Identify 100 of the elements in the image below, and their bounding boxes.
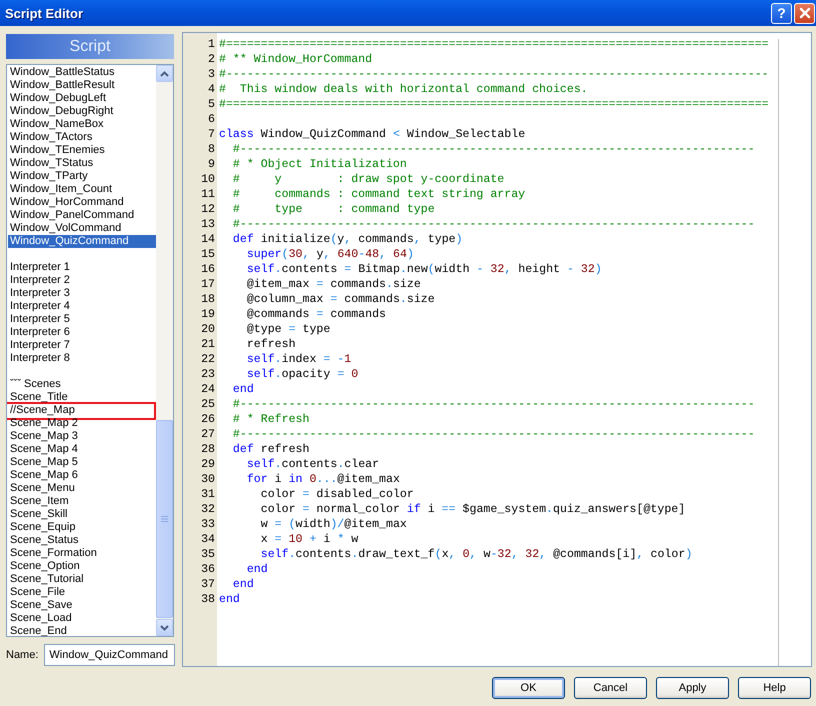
line-number: 24 bbox=[200, 383, 215, 396]
code-line: w = (width)/@item_max bbox=[260, 518, 407, 531]
dialog-button[interactable]: OK bbox=[492, 677, 565, 699]
script-item[interactable]: Window_BattleResult bbox=[8, 79, 156, 92]
code-line: def refresh bbox=[232, 443, 310, 456]
code-line: #-------------------------------------------------------------------------- bbox=[232, 143, 755, 156]
script-item[interactable]: Interpreter 5 bbox=[8, 313, 156, 326]
script-item[interactable]: Interpreter 2 bbox=[8, 274, 156, 287]
scrollbar[interactable] bbox=[156, 65, 173, 636]
code-line: #-------------------------------------------------------------------------- bbox=[232, 398, 755, 411]
code-line: for i in 0...@item_max bbox=[246, 473, 400, 486]
code-line: self.index = -1 bbox=[246, 353, 352, 366]
script-item[interactable]: Interpreter 4 bbox=[8, 300, 156, 313]
script-item[interactable]: Scene_File bbox=[8, 586, 156, 599]
code-line: #-------------------------------------------------------------------------- bbox=[232, 428, 755, 441]
code-line: @commands = commands bbox=[246, 308, 386, 321]
script-item[interactable]: Interpreter 7 bbox=[8, 339, 156, 352]
chevron-down-icon bbox=[160, 624, 169, 630]
dialog-button[interactable]: Cancel bbox=[574, 677, 647, 699]
script-item[interactable]: Scene_Option bbox=[8, 560, 156, 573]
code-line: # ** Window_HorCommand bbox=[219, 53, 372, 66]
code-line: #============================================================================== bbox=[219, 38, 769, 51]
line-number: 2 bbox=[207, 53, 215, 66]
line-number: 6 bbox=[207, 113, 215, 126]
line-number: 15 bbox=[200, 248, 215, 261]
line-number: 22 bbox=[200, 353, 215, 366]
script-item[interactable]: Window_BattleStatus bbox=[8, 66, 156, 79]
script-item[interactable]: Scene_Map 3 bbox=[8, 430, 156, 443]
script-item[interactable]: Scene_End bbox=[8, 625, 156, 636]
code-line: self.contents.clear bbox=[246, 458, 380, 471]
script-item[interactable]: Scene_Map 6 bbox=[8, 469, 156, 482]
scrollbar-thumb[interactable] bbox=[156, 420, 173, 618]
line-number: 12 bbox=[200, 203, 215, 216]
script-item[interactable]: Scene_Map 2 bbox=[8, 417, 156, 430]
script-item[interactable]: //Scene_Map bbox=[8, 404, 156, 417]
script-item[interactable]: Scene_Equip bbox=[8, 521, 156, 534]
script-item[interactable]: Window_TParty bbox=[8, 170, 156, 183]
line-number: 3 bbox=[207, 68, 215, 81]
line-number: 33 bbox=[200, 518, 215, 531]
window-title: Script Editor bbox=[5, 6, 84, 20]
script-item[interactable]: Scene_Status bbox=[8, 534, 156, 547]
code-line: end bbox=[232, 578, 254, 591]
script-item[interactable]: Scene_Menu bbox=[8, 482, 156, 495]
script-item[interactable]: Window_DebugLeft bbox=[8, 92, 156, 105]
code-line: end bbox=[246, 563, 268, 576]
line-number: 32 bbox=[200, 503, 215, 516]
line-number: 25 bbox=[200, 398, 215, 411]
line-number: 14 bbox=[200, 233, 215, 246]
line-number: 28 bbox=[200, 443, 215, 456]
name-field[interactable]: Window_QuizCommand bbox=[44, 644, 176, 666]
script-item[interactable]: Interpreter 1 bbox=[8, 261, 156, 274]
script-item[interactable]: Window_TStatus bbox=[8, 157, 156, 170]
code-line: x = 10 + i * w bbox=[260, 533, 358, 546]
script-item[interactable]: Scene_Map 5 bbox=[8, 456, 156, 469]
line-number: 18 bbox=[200, 293, 215, 306]
script-item[interactable]: Window_DebugRight bbox=[8, 105, 156, 118]
script-item[interactable]: Interpreter 8 bbox=[8, 352, 156, 365]
script-item[interactable]: Window_Item_Count bbox=[8, 183, 156, 196]
close-button[interactable] bbox=[794, 2, 815, 24]
line-number: 16 bbox=[200, 263, 215, 276]
line-number: 10 bbox=[200, 173, 215, 186]
line-number: 37 bbox=[200, 578, 215, 591]
script-item[interactable]: Scene_Map 4 bbox=[8, 443, 156, 456]
line-number: 17 bbox=[200, 278, 215, 291]
script-item[interactable]: Window_HorCommand bbox=[8, 196, 156, 209]
script-item[interactable]: Interpreter 6 bbox=[8, 326, 156, 339]
code-line: #============================================================================== bbox=[219, 98, 769, 111]
line-number: 9 bbox=[207, 158, 215, 171]
script-item[interactable]: Scene_Skill bbox=[8, 508, 156, 521]
line-number: 21 bbox=[200, 338, 215, 351]
script-item[interactable]: Window_VolCommand bbox=[8, 222, 156, 235]
script-item[interactable]: Scene_Item bbox=[8, 495, 156, 508]
line-number: 19 bbox=[200, 308, 215, 321]
script-item[interactable]: Scene_Formation bbox=[8, 547, 156, 560]
script-item[interactable]: Window_QuizCommand bbox=[8, 235, 156, 248]
line-number: 5 bbox=[207, 98, 215, 111]
script-item[interactable]: Window_TActors bbox=[8, 131, 156, 144]
code-line: self.opacity = 0 bbox=[246, 368, 358, 381]
scroll-down-button[interactable] bbox=[156, 619, 173, 636]
code-line: @item_max = commands.size bbox=[246, 278, 421, 291]
help-button[interactable]: ? bbox=[771, 2, 792, 24]
line-number: 27 bbox=[200, 428, 215, 441]
code-line: #-------------------------------------------------------------------------- bbox=[232, 218, 755, 231]
dialog-button[interactable]: Help bbox=[738, 677, 811, 699]
chevron-up-icon bbox=[160, 70, 169, 76]
line-number: 34 bbox=[200, 533, 215, 546]
dialog-button[interactable]: Apply bbox=[656, 677, 729, 699]
scroll-up-button[interactable] bbox=[156, 65, 173, 82]
script-item[interactable]: Scene_Title bbox=[8, 391, 156, 404]
script-item[interactable]: Window_TEnemies bbox=[8, 144, 156, 157]
script-item[interactable]: Scene_Load bbox=[8, 612, 156, 625]
code-line: refresh bbox=[246, 338, 296, 351]
code-line: color = disabled_color bbox=[260, 488, 414, 501]
script-item[interactable]: Window_PanelCommand bbox=[8, 209, 156, 222]
script-item[interactable]: Interpreter 3 bbox=[8, 287, 156, 300]
code-line: # This window deals with horizontal command choices. bbox=[219, 83, 588, 96]
script-item[interactable]: ˇˇˇ Scenes bbox=[8, 378, 156, 391]
script-item[interactable]: Window_NameBox bbox=[8, 118, 156, 131]
script-item[interactable]: Scene_Tutorial bbox=[8, 573, 156, 586]
script-item[interactable]: Scene_Save bbox=[8, 599, 156, 612]
